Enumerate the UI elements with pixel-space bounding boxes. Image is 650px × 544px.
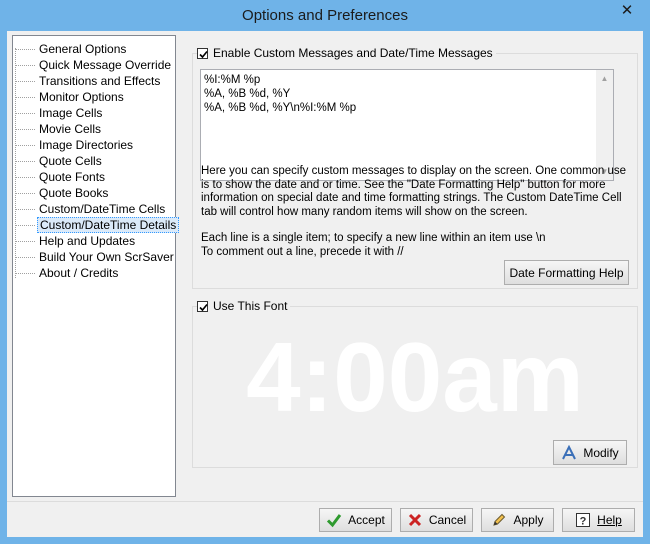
tree-item-label: Quote Books xyxy=(39,186,109,200)
tree-connector xyxy=(15,224,35,227)
tree-item[interactable]: General Options xyxy=(15,41,128,57)
help-button[interactable]: ? Help xyxy=(562,508,635,532)
tree-item-label: Build Your Own ScrSaver xyxy=(39,250,174,264)
svg-text:?: ? xyxy=(580,516,587,528)
tree-item[interactable]: Build Your Own ScrSaver xyxy=(15,249,176,265)
tree-item[interactable]: Quote Books xyxy=(15,185,110,201)
tree-item[interactable]: Image Directories xyxy=(15,137,135,153)
custom-messages-help-text: Here you can specify custom messages to … xyxy=(201,165,631,259)
checkbox-checked-icon xyxy=(197,300,208,312)
tree-connector xyxy=(15,112,35,115)
tree-item-label: Quick Message Override xyxy=(39,58,172,72)
tree-item[interactable]: Quote Cells xyxy=(15,153,104,169)
message-line: %A, %B %d, %Y\n%I:%M %p xyxy=(204,102,357,114)
tree-item[interactable]: Movie Cells xyxy=(15,121,103,137)
tree-item[interactable]: About / Credits xyxy=(15,265,120,281)
tree-connector xyxy=(15,96,35,99)
font-a-icon xyxy=(561,444,577,461)
tree-connector xyxy=(15,176,35,179)
enable-custom-messages-label: Enable Custom Messages and Date/Time Mes… xyxy=(213,46,493,60)
apply-button[interactable]: Apply xyxy=(481,508,554,532)
tree-connector xyxy=(15,240,35,243)
tree-item[interactable]: Quick Message Override xyxy=(15,57,173,73)
tree-connector xyxy=(15,128,35,131)
checkbox-checked-icon xyxy=(197,47,208,59)
tree-item-label: About / Credits xyxy=(39,266,119,280)
tree-item[interactable]: Monitor Options xyxy=(15,89,126,105)
tree-item[interactable]: Transitions and Effects xyxy=(15,73,162,89)
x-icon xyxy=(407,512,423,528)
title-bar: Options and Preferences ✕ xyxy=(0,0,650,31)
scroll-up-icon[interactable]: ▲ xyxy=(596,70,613,87)
help-question-icon: ? xyxy=(575,512,591,528)
help-line: Each line is a single item; to specify a… xyxy=(201,232,546,244)
tree-item[interactable]: Custom/DateTime Cells xyxy=(15,201,167,217)
tree-item-label: Quote Cells xyxy=(39,154,102,168)
tree-connector xyxy=(15,272,35,275)
tree-connector xyxy=(15,256,35,259)
help-label: Help xyxy=(597,513,622,527)
tree-item-label: Custom/DateTime Cells xyxy=(39,202,166,216)
cancel-label: Cancel xyxy=(428,513,467,527)
tree-item-label: Transitions and Effects xyxy=(39,74,161,88)
tree-connector xyxy=(15,64,35,67)
date-formatting-help-button[interactable]: Date Formatting Help xyxy=(504,260,629,285)
tree-item[interactable]: Help and Updates xyxy=(15,233,137,249)
tree-item-label: Monitor Options xyxy=(39,90,124,104)
footer-divider xyxy=(7,501,643,502)
modify-label: Modify xyxy=(583,445,619,460)
modify-font-button[interactable]: Modify xyxy=(553,440,627,465)
tree-connector xyxy=(15,80,35,83)
tree-item-label: Movie Cells xyxy=(39,122,102,136)
tree-connector xyxy=(15,48,35,51)
tree-item-label: Custom/DateTime Details xyxy=(37,217,180,233)
tree-item-label: General Options xyxy=(39,42,127,56)
help-line: To comment out a line, precede it with /… xyxy=(201,245,404,258)
checkmark-icon xyxy=(326,512,342,528)
message-line: %I:%M %p xyxy=(204,74,261,86)
close-icon[interactable]: ✕ xyxy=(612,0,642,22)
tree-connector xyxy=(15,208,35,211)
accept-label: Accept xyxy=(348,513,385,527)
tree-connector xyxy=(15,160,35,163)
enable-custom-messages-checkbox[interactable]: Enable Custom Messages and Date/Time Mes… xyxy=(197,46,496,60)
use-this-font-checkbox[interactable]: Use This Font xyxy=(197,299,291,313)
tree-item[interactable]: Custom/DateTime Details xyxy=(15,217,180,233)
tree-item-label: Image Directories xyxy=(39,138,134,152)
font-preview-text: 4:00am xyxy=(246,322,584,432)
accept-button[interactable]: Accept xyxy=(319,508,392,532)
tree-connector xyxy=(15,144,35,147)
help-paragraph: Here you can specify custom messages to … xyxy=(201,165,627,218)
tree-item[interactable]: Image Cells xyxy=(15,105,104,121)
pencil-icon xyxy=(491,512,507,528)
tree-item-label: Quote Fonts xyxy=(39,170,106,184)
apply-label: Apply xyxy=(513,513,544,527)
options-tree[interactable]: General Options Quick Message Override Tra… xyxy=(12,35,180,497)
tree-connector xyxy=(15,192,35,195)
use-this-font-label: Use This Font xyxy=(213,299,288,313)
window-title: Options and Preferences xyxy=(242,7,408,24)
tree-item-label: Image Cells xyxy=(39,106,103,120)
tree-item[interactable]: Quote Fonts xyxy=(15,169,107,185)
tree-item-label: Help and Updates xyxy=(39,234,136,248)
textarea-scrollbar[interactable]: ▲ ▼ xyxy=(596,70,613,180)
client-area: General Options Quick Message Override Tra… xyxy=(7,31,643,537)
cancel-button[interactable]: Cancel xyxy=(400,508,473,532)
options-window: Options and Preferences ✕ General Option… xyxy=(0,0,650,544)
message-line: %A, %B %d, %Y xyxy=(204,88,291,100)
